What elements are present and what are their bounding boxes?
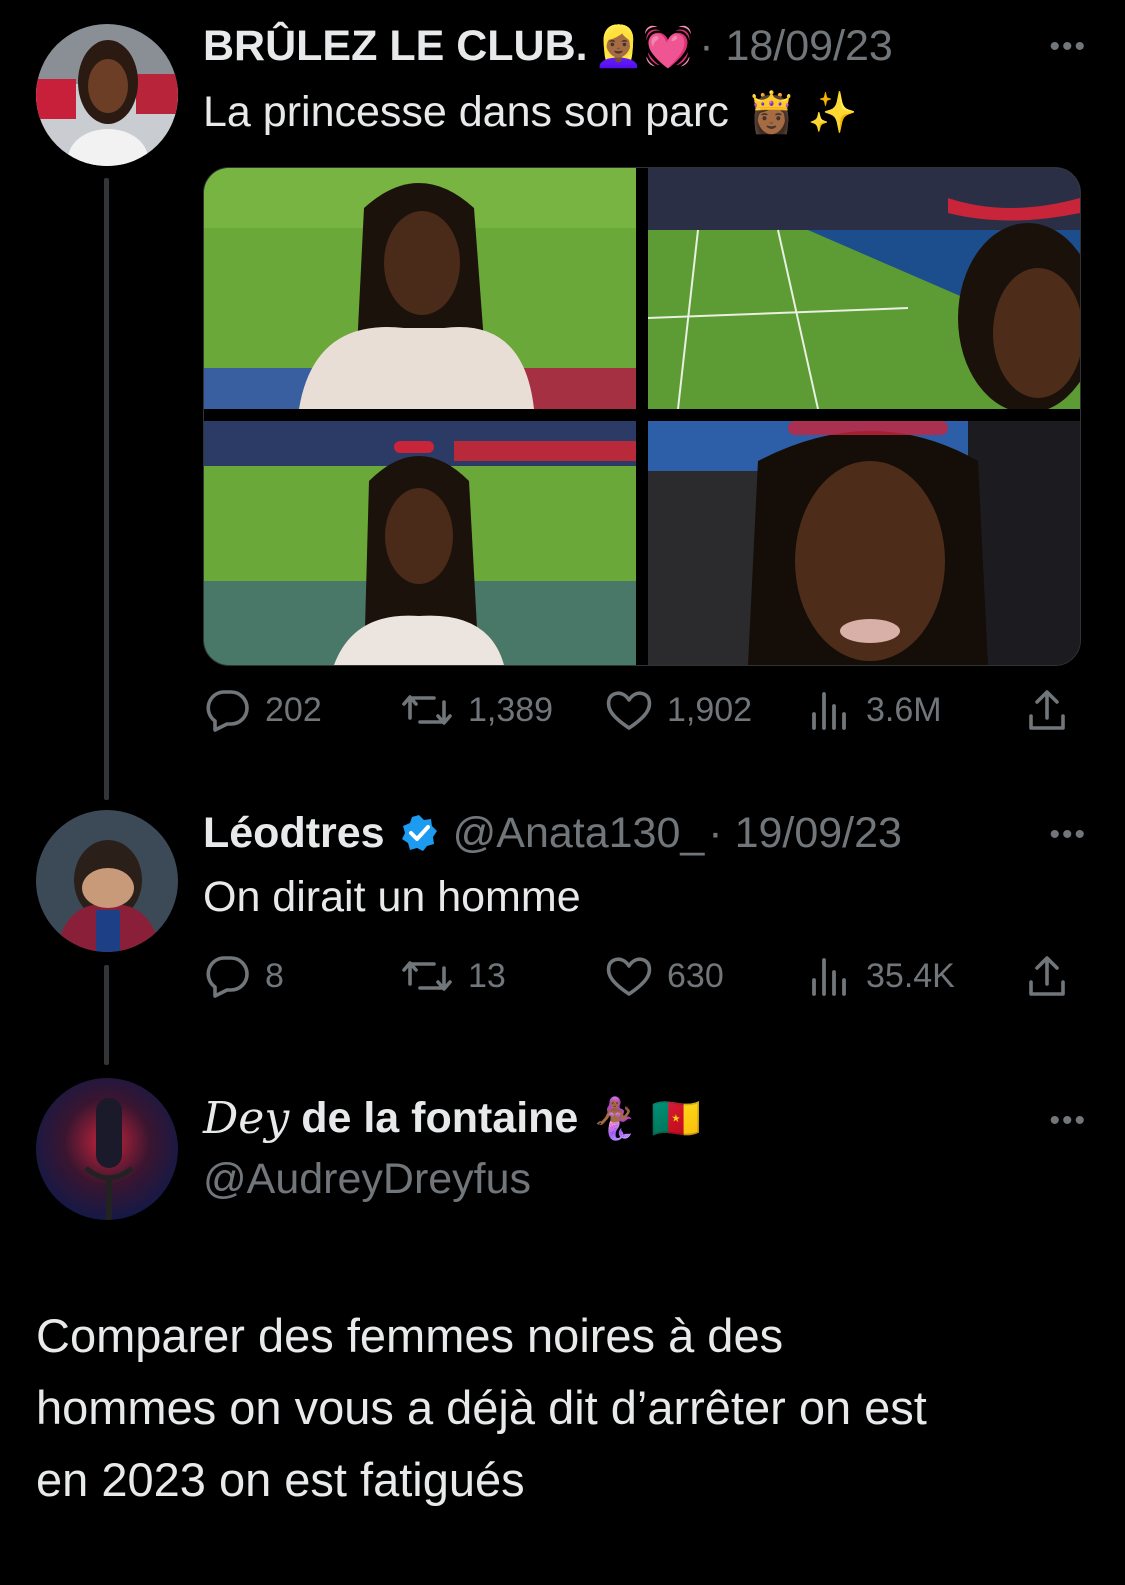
text-line: en 2023 on est fatigués — [36, 1453, 525, 1506]
views-icon — [812, 692, 846, 730]
text-emojis: 👸🏾 ✨ — [746, 90, 858, 135]
views-count: 3.6M — [866, 690, 942, 729]
tweet2-header: Léodtres @Anata130_ · 19/09/23 — [203, 806, 902, 860]
tweet1-header: BRÛLEZ LE CLUB. 👱🏾‍♀️💓 · 18/09/23 — [203, 18, 893, 74]
like-icon — [606, 957, 652, 996]
share-icon — [1029, 690, 1065, 730]
tweet3-header: Dey de la fontaine 🧜🏾‍♀️ 🇨🇲 — [203, 1090, 701, 1146]
reply-button[interactable]: 8 — [203, 954, 284, 998]
user-handle[interactable]: @AudreyDreyfus — [203, 1152, 531, 1206]
tweet-text: La princesse dans son parc — [203, 87, 729, 136]
photo-1[interactable] — [204, 168, 636, 409]
photo-3[interactable] — [204, 421, 636, 665]
more-icon[interactable]: ••• — [1049, 818, 1087, 852]
like-count: 1,902 — [667, 690, 753, 729]
reply-count: 8 — [265, 956, 284, 995]
media-grid[interactable] — [203, 167, 1081, 666]
retweet-icon — [402, 961, 452, 991]
views-count: 35.4K — [866, 956, 955, 995]
retweet-button[interactable]: 1,389 — [400, 688, 553, 732]
tweet2-text: On dirait un homme — [203, 870, 581, 924]
thread-line — [104, 965, 109, 1065]
like-count: 630 — [667, 956, 724, 995]
reply-icon — [206, 956, 249, 998]
display-name[interactable]: Léodtres — [203, 809, 385, 858]
tweet-date[interactable]: · 18/09/23 — [699, 22, 893, 71]
tweet1-text: La princesse dans son parc 👸🏾 ✨ — [203, 85, 858, 139]
name-emojis: 👱🏾‍♀️💓 — [593, 24, 694, 69]
retweet-count: 13 — [468, 956, 506, 995]
avatar[interactable] — [36, 24, 178, 166]
reply-icon — [206, 690, 249, 732]
views-button[interactable]: 3.6M — [808, 688, 942, 732]
share-button[interactable] — [1025, 688, 1069, 732]
reply-button[interactable]: 202 — [203, 688, 322, 732]
verified-badge-icon — [401, 815, 437, 851]
share-button[interactable] — [1025, 954, 1069, 998]
like-icon — [606, 691, 652, 730]
more-icon[interactable]: ••• — [1049, 30, 1087, 64]
reply-count: 202 — [265, 690, 322, 729]
user-handle[interactable]: @Anata130_ — [453, 809, 705, 858]
photo-4[interactable] — [648, 421, 1080, 665]
tweet-text: On dirait un homme — [203, 872, 581, 921]
photo-2[interactable] — [648, 168, 1080, 409]
retweet-icon — [402, 695, 452, 725]
text-line: Comparer des femmes noires à des — [36, 1309, 784, 1362]
display-name[interactable]: de la fontaine — [301, 1094, 578, 1143]
thread-line — [104, 178, 109, 800]
views-icon — [812, 958, 846, 996]
display-name[interactable]: BRÛLEZ LE CLUB. — [203, 22, 588, 71]
text-line: hommes on vous a déjà dit d’arrêter on e… — [36, 1381, 927, 1434]
main-tweet-text: Comparer des femmes noires à des hommes … — [36, 1300, 927, 1516]
tweet-date[interactable]: · 19/09/23 — [708, 809, 902, 858]
more-icon[interactable]: ••• — [1049, 1104, 1087, 1138]
display-name-script[interactable]: Dey — [203, 1093, 289, 1144]
avatar[interactable] — [36, 810, 178, 952]
like-button[interactable]: 1,902 — [605, 688, 752, 732]
views-button[interactable]: 35.4K — [808, 954, 955, 998]
avatar[interactable] — [36, 1078, 178, 1220]
name-emojis: 🧜🏾‍♀️ 🇨🇲 — [590, 1096, 702, 1141]
like-button[interactable]: 630 — [605, 954, 724, 998]
retweet-count: 1,389 — [468, 690, 554, 729]
retweet-button[interactable]: 13 — [400, 954, 506, 998]
share-icon — [1029, 956, 1065, 996]
